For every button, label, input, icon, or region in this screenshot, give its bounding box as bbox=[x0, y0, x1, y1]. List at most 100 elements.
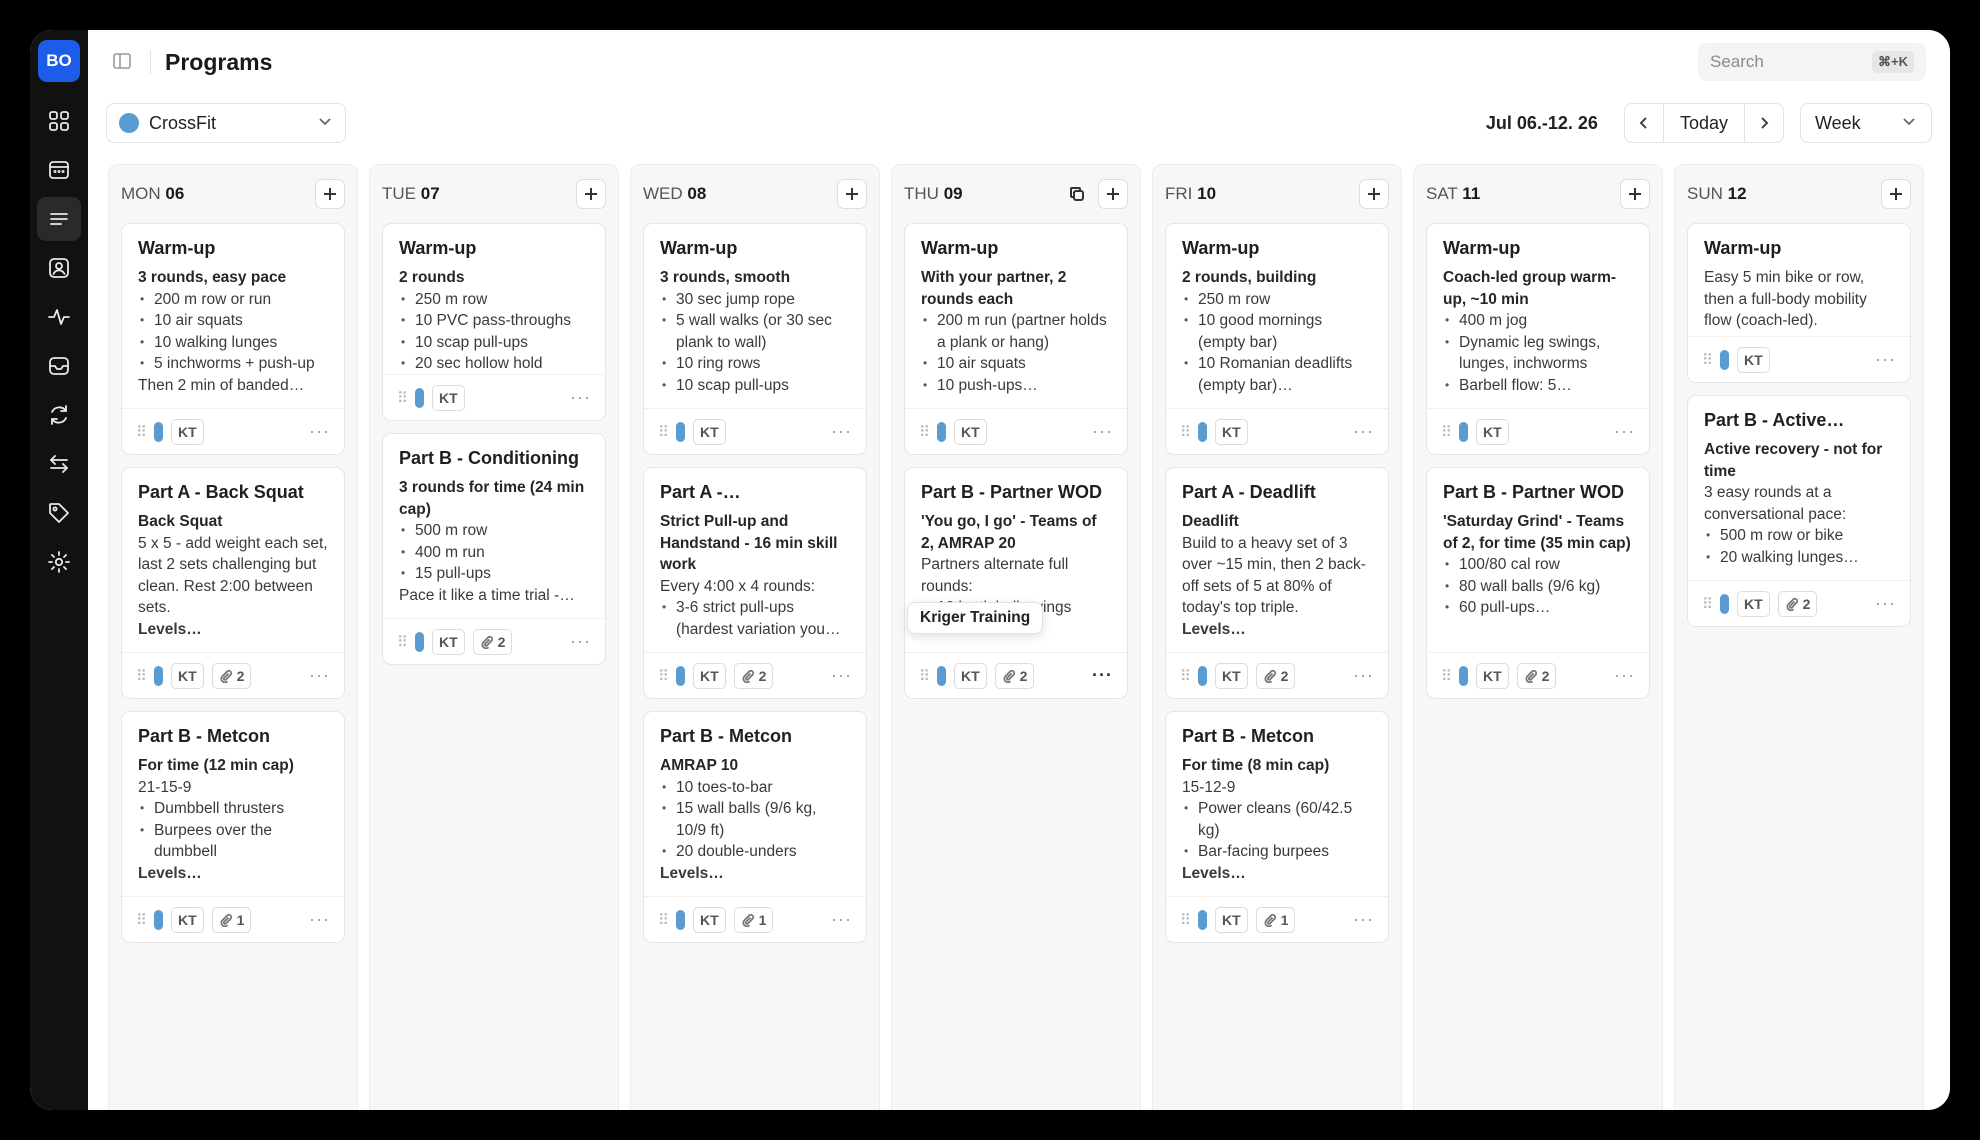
attachment-count[interactable]: 1 bbox=[211, 906, 252, 933]
workout-card[interactable]: Part A - Back Squat Back Squat 5 x 5 - add… bbox=[121, 467, 345, 699]
workout-card[interactable]: Part A -… Strict Pull-up and Handstand - … bbox=[643, 467, 867, 699]
coach-initials-badge[interactable]: KT bbox=[1737, 346, 1770, 373]
attachment-count[interactable]: 2 bbox=[211, 662, 252, 689]
drag-handle-icon[interactable]: ⠿ bbox=[919, 423, 930, 441]
drag-handle-icon[interactable]: ⠿ bbox=[1702, 595, 1713, 613]
workout-card[interactable]: Part B - Active… Active recovery - not fo… bbox=[1687, 395, 1911, 627]
workout-card[interactable]: Part B - Metcon For time (8 min cap) 15-12… bbox=[1165, 711, 1389, 943]
next-week-button[interactable] bbox=[1745, 104, 1783, 142]
drag-handle-icon[interactable]: ⠿ bbox=[397, 389, 408, 407]
coach-initials-badge[interactable]: KT bbox=[954, 662, 987, 689]
coach-initials-badge[interactable]: KT bbox=[171, 906, 204, 933]
more-options-icon[interactable]: ··· bbox=[1092, 421, 1113, 442]
attachment-count[interactable]: 2 bbox=[1516, 662, 1557, 689]
more-options-icon[interactable]: ··· bbox=[1353, 421, 1374, 442]
drag-handle-icon[interactable]: ⠿ bbox=[1180, 667, 1191, 685]
more-options-icon[interactable]: ··· bbox=[1614, 421, 1635, 442]
attachment-count[interactable]: 2 bbox=[994, 662, 1035, 689]
copy-day-button[interactable] bbox=[1062, 179, 1092, 209]
coach-initials-badge[interactable]: KT bbox=[1737, 590, 1770, 617]
workout-card[interactable]: Part B - Partner WOD 'You go, I go' - Tea… bbox=[904, 467, 1128, 699]
org-badge[interactable]: BO bbox=[38, 40, 80, 82]
nav-programs[interactable] bbox=[37, 197, 81, 241]
nav-inbox[interactable] bbox=[37, 344, 81, 388]
more-options-icon[interactable]: ··· bbox=[831, 909, 852, 930]
nav-sync[interactable] bbox=[37, 393, 81, 437]
attachment-count[interactable]: 2 bbox=[472, 628, 513, 655]
more-options-icon[interactable]: ··· bbox=[570, 631, 591, 652]
program-select[interactable]: CrossFit bbox=[106, 103, 346, 143]
coach-initials-badge[interactable]: KT bbox=[171, 418, 204, 445]
prev-week-button[interactable] bbox=[1625, 104, 1663, 142]
workout-card[interactable]: Warm-up Easy 5 min bike or row, then a fu… bbox=[1687, 223, 1911, 383]
workout-card[interactable]: Part B - Conditioning 3 rounds for time (… bbox=[382, 433, 606, 665]
coach-initials-badge[interactable]: KT bbox=[1215, 662, 1248, 689]
drag-handle-icon[interactable]: ⠿ bbox=[397, 633, 408, 651]
attachment-count[interactable]: 1 bbox=[1255, 906, 1296, 933]
more-options-icon[interactable]: ··· bbox=[1353, 909, 1374, 930]
more-options-icon[interactable]: ··· bbox=[1353, 665, 1374, 686]
nav-dashboard[interactable] bbox=[37, 99, 81, 143]
workout-card[interactable]: Warm-up 3 rounds, easy pace 200 m row or r… bbox=[121, 223, 345, 455]
coach-initials-badge[interactable]: KT bbox=[693, 418, 726, 445]
workout-card[interactable]: Warm-up With your partner, 2 rounds each2… bbox=[904, 223, 1128, 455]
coach-initials-badge[interactable]: KT bbox=[432, 384, 465, 411]
more-options-icon[interactable]: ··· bbox=[831, 665, 852, 686]
workout-card[interactable]: Warm-up 2 rounds 250 m row10 PVC pass-thro… bbox=[382, 223, 606, 421]
nav-settings[interactable] bbox=[37, 540, 81, 584]
more-options-icon[interactable]: ··· bbox=[309, 421, 330, 442]
view-select[interactable]: Week bbox=[1800, 103, 1932, 143]
add-workout-button[interactable] bbox=[1881, 179, 1911, 209]
coach-initials-badge[interactable]: KT bbox=[1476, 662, 1509, 689]
attachment-count[interactable]: 2 bbox=[1255, 662, 1296, 689]
more-options-icon[interactable]: ··· bbox=[1875, 349, 1896, 370]
attachment-count[interactable]: 2 bbox=[1777, 590, 1818, 617]
more-options-icon[interactable]: ··· bbox=[309, 909, 330, 930]
coach-initials-badge[interactable]: KT bbox=[954, 418, 987, 445]
coach-initials-badge[interactable]: KT bbox=[1215, 906, 1248, 933]
drag-handle-icon[interactable]: ⠿ bbox=[1441, 423, 1452, 441]
more-options-icon[interactable]: ··· bbox=[831, 421, 852, 442]
drag-handle-icon[interactable]: ⠿ bbox=[658, 423, 669, 441]
drag-handle-icon[interactable]: ⠿ bbox=[136, 911, 147, 929]
today-button[interactable]: Today bbox=[1662, 104, 1745, 142]
attachment-count[interactable]: 2 bbox=[733, 662, 774, 689]
nav-members[interactable] bbox=[37, 246, 81, 290]
drag-handle-icon[interactable]: ⠿ bbox=[919, 667, 930, 685]
add-workout-button[interactable] bbox=[1098, 179, 1128, 209]
coach-initials-badge[interactable]: KT bbox=[171, 662, 204, 689]
workout-card[interactable]: Warm-up 2 rounds, building 250 m row10 goo… bbox=[1165, 223, 1389, 455]
nav-transfers[interactable] bbox=[37, 442, 81, 486]
add-workout-button[interactable] bbox=[837, 179, 867, 209]
coach-initials-badge[interactable]: KT bbox=[1476, 418, 1509, 445]
more-options-icon[interactable]: ··· bbox=[1875, 593, 1896, 614]
search-input[interactable]: Search ⌘+K bbox=[1698, 43, 1926, 81]
drag-handle-icon[interactable]: ⠿ bbox=[1180, 423, 1191, 441]
coach-initials-badge[interactable]: KT bbox=[432, 628, 465, 655]
drag-handle-icon[interactable]: ⠿ bbox=[658, 911, 669, 929]
add-workout-button[interactable] bbox=[1359, 179, 1389, 209]
more-options-icon[interactable]: ··· bbox=[1614, 665, 1635, 686]
attachment-count[interactable]: 1 bbox=[733, 906, 774, 933]
add-workout-button[interactable] bbox=[315, 179, 345, 209]
add-workout-button[interactable] bbox=[576, 179, 606, 209]
drag-handle-icon[interactable]: ⠿ bbox=[136, 667, 147, 685]
coach-initials-badge[interactable]: KT bbox=[693, 662, 726, 689]
workout-card[interactable]: Part A - Deadlift Deadlift Build to a heav… bbox=[1165, 467, 1389, 699]
workout-card[interactable]: Warm-up 3 rounds, smooth 30 sec jump rope5… bbox=[643, 223, 867, 455]
workout-card[interactable]: Part B - Metcon AMRAP 10 10 toes-to-bar15 … bbox=[643, 711, 867, 943]
nav-activity[interactable] bbox=[37, 295, 81, 339]
drag-handle-icon[interactable]: ⠿ bbox=[136, 423, 147, 441]
drag-handle-icon[interactable]: ⠿ bbox=[1702, 351, 1713, 369]
coach-initials-badge[interactable]: KT bbox=[1215, 418, 1248, 445]
nav-calendar[interactable] bbox=[37, 148, 81, 192]
coach-initials-badge[interactable]: KT bbox=[693, 906, 726, 933]
workout-card[interactable]: Part B - Metcon For time (12 min cap) 21-1… bbox=[121, 711, 345, 943]
nav-tags[interactable] bbox=[37, 491, 81, 535]
drag-handle-icon[interactable]: ⠿ bbox=[1180, 911, 1191, 929]
drag-handle-icon[interactable]: ⠿ bbox=[658, 667, 669, 685]
add-workout-button[interactable] bbox=[1620, 179, 1650, 209]
workout-card[interactable]: Part B - Partner WOD 'Saturday Grind' - T… bbox=[1426, 467, 1650, 699]
panel-toggle-icon[interactable] bbox=[112, 51, 134, 73]
more-options-icon[interactable]: ··· bbox=[1092, 665, 1113, 686]
